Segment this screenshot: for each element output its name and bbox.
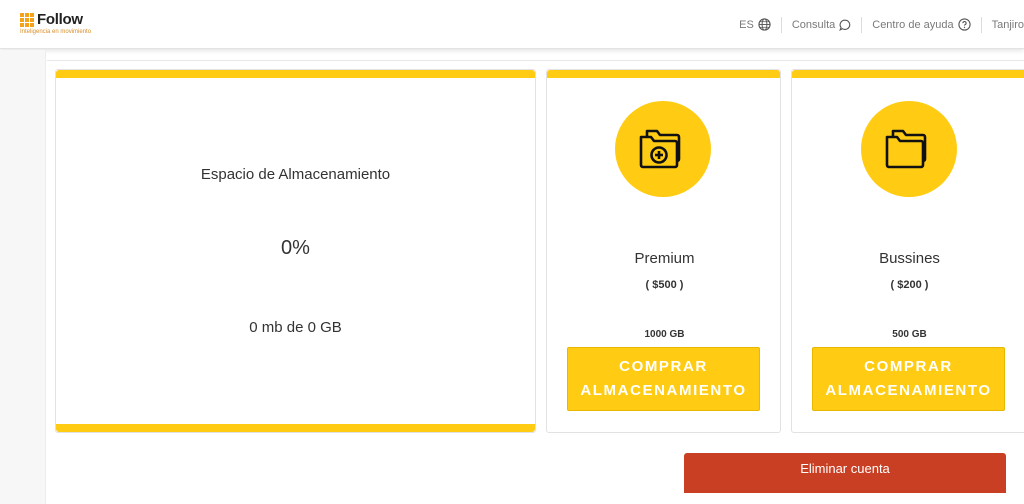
consulta-link[interactable]: Consulta: [782, 17, 861, 33]
plan-size: 500 GB: [892, 329, 927, 340]
follow-logo[interactable]: Follow Inteligencia en movimiento: [20, 11, 91, 35]
plan-card-premium: Premium ( $500 ) 1000 GB COMPRAR ALMACEN…: [546, 69, 781, 433]
content-divider: [47, 60, 1024, 61]
user-name: Tanjiro: [991, 18, 1024, 31]
top-header: Follow Inteligencia en movimiento ES Con…: [0, 0, 1024, 49]
sidebar: [0, 50, 46, 504]
card-accent-top: [547, 70, 780, 78]
help-center-link[interactable]: Centro de ayuda: [862, 17, 980, 33]
plan-card-bussines: Bussines ( $200 ) 500 GB COMPRAR ALMACEN…: [791, 69, 1024, 433]
card-accent-bottom: [56, 424, 535, 432]
help-center-label: Centro de ayuda: [872, 18, 954, 31]
header-nav: ES Consulta Centro de ayuda Tanjiro: [729, 0, 1024, 49]
storage-percent: 0%: [281, 237, 310, 259]
buy-storage-button[interactable]: COMPRAR ALMACENAMIENTO: [567, 347, 760, 411]
card-accent-top: [56, 70, 535, 78]
chat-bubble-icon: [839, 19, 851, 31]
logo-tagline: Inteligencia en movimiento: [20, 29, 92, 35]
folders-icon: [885, 129, 927, 169]
consulta-label: Consulta: [791, 18, 836, 31]
folder-plus-icon: [639, 129, 681, 169]
storage-title: Espacio de Almacenamiento: [200, 166, 391, 183]
plan-icon-circle: [615, 101, 711, 197]
logo-mark-icon: [20, 12, 34, 27]
language-label: ES: [739, 18, 754, 31]
user-menu[interactable]: Tanjiro: [982, 17, 1024, 33]
plan-icon-circle: [861, 101, 957, 197]
globe-icon: [758, 18, 771, 31]
storage-usage: 0 mb de 0 GB: [249, 319, 342, 336]
delete-account-button[interactable]: Eliminar cuenta: [684, 453, 1006, 493]
plan-name: Premium: [634, 250, 695, 267]
storage-card: Espacio de Almacenamiento 0% 0 mb de 0 G…: [55, 69, 536, 433]
plan-price: ( $200 ): [890, 279, 929, 291]
logo-wordmark: Follow: [37, 11, 83, 28]
card-accent-top: [792, 70, 1024, 78]
language-selector[interactable]: ES: [729, 17, 781, 33]
plan-price: ( $500 ): [645, 279, 684, 291]
plan-name: Bussines: [879, 250, 940, 267]
help-circle-icon: [957, 18, 971, 31]
buy-storage-button[interactable]: COMPRAR ALMACENAMIENTO: [812, 347, 1005, 411]
plan-size: 1000 GB: [644, 329, 685, 340]
